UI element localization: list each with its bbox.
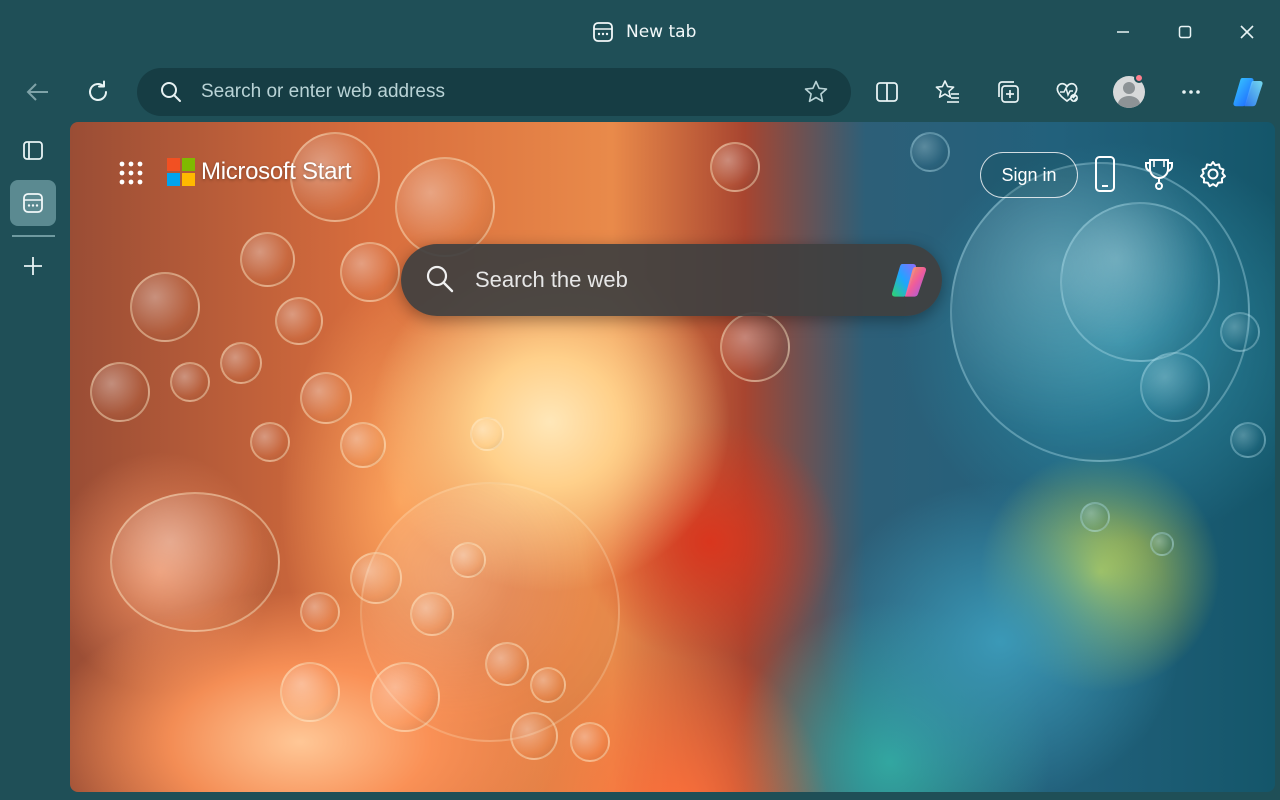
new-tab-page-icon (23, 193, 43, 213)
active-tab[interactable]: New tab (592, 20, 696, 44)
collections-icon (998, 81, 1019, 103)
minimize-button[interactable] (1102, 14, 1144, 50)
search-icon (425, 264, 455, 298)
sign-in-button[interactable]: Sign in (980, 152, 1078, 198)
new-tab-page: Microsoft Start Sign in (70, 122, 1275, 792)
add-favorite-star-icon[interactable] (803, 79, 829, 109)
title-bar: New tab (0, 0, 1280, 62)
browser-essentials-button[interactable] (1047, 72, 1087, 112)
back-button[interactable] (16, 70, 60, 114)
refresh-button[interactable] (76, 70, 120, 114)
profile-notification-dot (1134, 73, 1144, 83)
address-bar[interactable] (137, 68, 851, 116)
more-dots-icon (1182, 90, 1200, 94)
close-window-button[interactable] (1226, 14, 1268, 50)
maximize-icon (1178, 25, 1192, 39)
vertical-tab-divider (12, 235, 55, 237)
tab-actions-icon (23, 141, 43, 160)
microsoft-logo (167, 158, 195, 186)
new-tab-page-icon (592, 21, 614, 43)
split-screen-icon (876, 82, 898, 102)
maximize-button[interactable] (1164, 14, 1206, 50)
minimize-icon (1117, 31, 1129, 33)
trophy-icon (1145, 159, 1173, 190)
settings-and-more-button[interactable] (1171, 72, 1211, 112)
app-launcher-grid-icon (119, 161, 143, 185)
mobile-app-button[interactable] (1085, 154, 1125, 194)
close-icon (1240, 25, 1254, 39)
gear-icon (1200, 161, 1226, 188)
page-settings-button[interactable] (1193, 154, 1233, 194)
copilot-icon (1233, 78, 1263, 107)
tab-actions-button[interactable] (10, 127, 56, 173)
copilot-button[interactable] (1228, 72, 1268, 112)
refresh-icon (89, 80, 107, 101)
app-launcher-button[interactable] (114, 156, 148, 190)
tab-title: New tab (626, 22, 697, 42)
mobile-phone-icon (1095, 156, 1115, 192)
copilot-icon[interactable] (887, 258, 931, 306)
back-arrow-icon (26, 83, 48, 101)
search-icon (159, 80, 183, 108)
split-screen-button[interactable] (867, 72, 907, 112)
collections-button[interactable] (988, 72, 1028, 112)
favorites-icon (935, 80, 959, 103)
rewards-button[interactable] (1139, 154, 1179, 194)
vertical-tab-new-tab[interactable] (10, 180, 56, 226)
web-search-box[interactable] (401, 244, 942, 316)
web-search-input[interactable] (475, 264, 875, 296)
address-input[interactable] (201, 78, 761, 106)
favorites-button[interactable] (928, 72, 968, 112)
plus-icon (24, 257, 42, 275)
health-heart-icon (1056, 82, 1078, 103)
brand-name[interactable]: Microsoft Start (201, 158, 352, 186)
add-new-tab-button[interactable] (10, 243, 56, 289)
